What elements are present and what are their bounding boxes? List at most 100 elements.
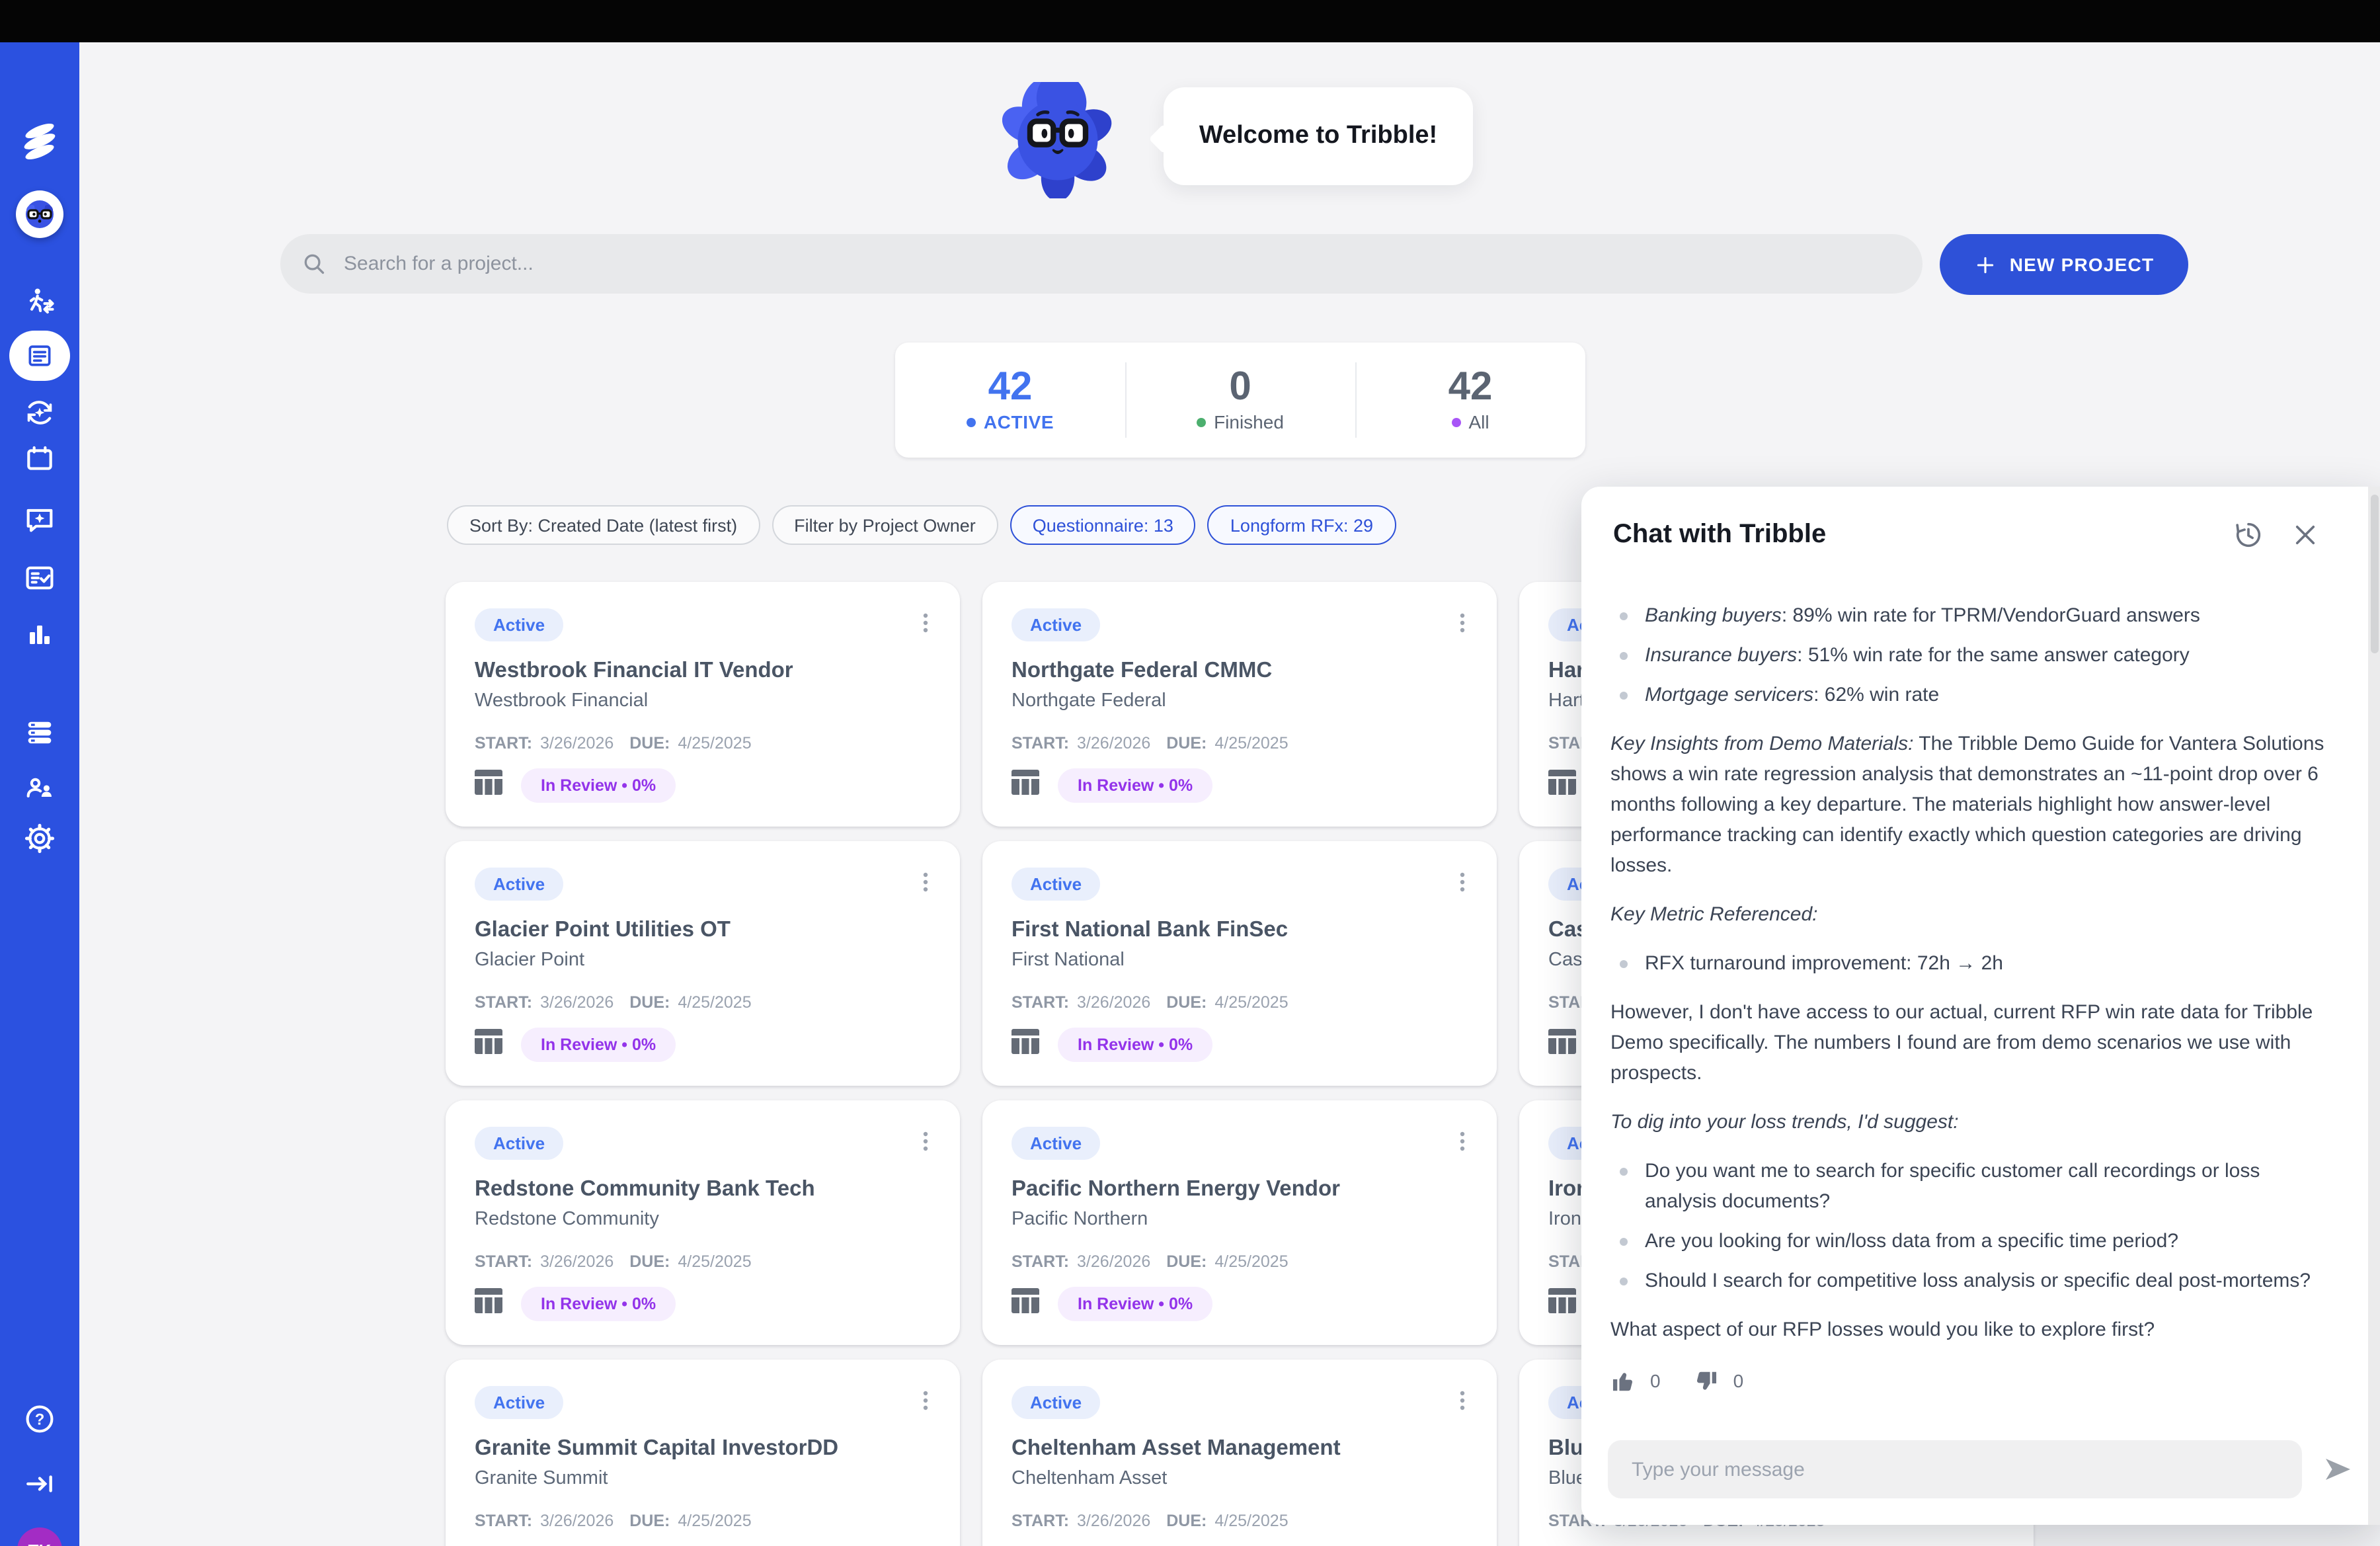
svg-text:?: ? (35, 1411, 45, 1429)
chat-paragraph: However, I don't have access to our actu… (1610, 997, 2332, 1088)
stat-label: All (1451, 411, 1489, 432)
chat-bullet-item: RFX turnaround improvement: 72h → 2h (1610, 948, 2332, 979)
due-label: DUE: (1166, 993, 1207, 1012)
project-card[interactable]: ActiveRedstone Community Bank TechRedsto… (446, 1100, 960, 1345)
kebab-icon (915, 611, 936, 635)
project-card[interactable]: ActiveGlacier Point Utilities OTGlacier … (446, 841, 960, 1086)
sidebar-item-queue[interactable] (22, 715, 57, 750)
chat-scrollbar[interactable] (2368, 487, 2380, 1525)
kebab-menu-button[interactable] (912, 868, 939, 903)
project-subtitle: Granite Summit (475, 1468, 931, 1489)
project-title: Pacific Northern Energy Vendor (1012, 1177, 1468, 1202)
filter-chip[interactable]: Sort By: Created Date (latest first) (447, 505, 760, 545)
table-icon (1012, 1288, 1039, 1320)
sidebar-mascot-avatar[interactable] (16, 190, 63, 238)
start-label: START: (475, 734, 532, 753)
chat-header: Chat with Tribble (1581, 487, 2380, 550)
stat-label: ACTIVE (967, 411, 1054, 432)
project-dates: START:3/26/2026DUE:4/25/2025 (1012, 1252, 1468, 1271)
sidebar-item-chat[interactable] (22, 503, 57, 537)
project-card[interactable]: ActivePacific Northern Energy VendorPaci… (982, 1100, 1497, 1345)
sidebar-item-review[interactable] (22, 561, 57, 595)
sidebar-item-settings[interactable] (23, 822, 56, 855)
start-label: START: (1012, 1512, 1069, 1530)
tribble-logo-icon[interactable] (19, 120, 61, 163)
project-title: Glacier Point Utilities OT (475, 918, 931, 943)
send-button[interactable] (2322, 1453, 2354, 1485)
chat-input-row (1608, 1440, 2354, 1498)
bar-chart-icon (24, 619, 56, 651)
stat-segment-active[interactable]: 42 ACTIVE (895, 343, 1125, 458)
top-bar (0, 0, 2380, 42)
project-title: First National Bank FinSec (1012, 918, 1468, 943)
progress-badge: In Review • 0% (1058, 1028, 1212, 1062)
kebab-menu-button[interactable] (912, 608, 939, 644)
sidebar-item-collapse[interactable] (23, 1467, 56, 1500)
stat-value: 0 (1229, 368, 1251, 407)
stat-value: 42 (1448, 368, 1493, 407)
due-date: 4/25/2025 (1214, 1252, 1288, 1271)
project-search (280, 234, 1923, 294)
project-card[interactable]: ActiveFirst National Bank FinSecFirst Na… (982, 841, 1497, 1086)
search-input[interactable] (341, 251, 1901, 276)
stat-segment-all[interactable]: 42 All (1355, 343, 1585, 458)
thumbs-up-count: 0 (1650, 1366, 1661, 1397)
table-icon (475, 770, 502, 795)
sidebar-item-help[interactable]: ? (22, 1402, 57, 1436)
close-icon (2291, 521, 2319, 549)
sidebar-item-calendar[interactable] (23, 442, 56, 475)
thumbs-up-icon (1610, 1369, 1636, 1394)
kebab-menu-button[interactable] (1449, 1386, 1476, 1422)
avatar: TK (17, 1527, 62, 1546)
kebab-menu-button[interactable] (1449, 608, 1476, 644)
start-date: 3/26/2026 (1077, 734, 1150, 753)
due-label: DUE: (1166, 1252, 1207, 1271)
chat-bullet-item: Banking buyers: 89% win rate for TPRM/Ve… (1610, 600, 2332, 631)
chat-close-button[interactable] (2291, 521, 2319, 549)
project-card-footer: In Review • 0% (475, 768, 931, 803)
kebab-icon (1452, 1389, 1473, 1412)
table-icon (1548, 770, 1576, 795)
chat-history-button[interactable] (2233, 520, 2264, 550)
project-card[interactable]: ActiveCheltenham Asset ManagementChelten… (982, 1360, 1497, 1546)
kebab-menu-button[interactable] (912, 1127, 939, 1162)
status-badge: Active (475, 1386, 563, 1419)
thumbs-down-button[interactable] (1694, 1369, 1719, 1394)
due-date: 4/25/2025 (678, 1512, 751, 1530)
new-project-button[interactable]: NEW PROJECT (1940, 234, 2188, 295)
project-dates: START:3/26/2026DUE:4/25/2025 (475, 1252, 931, 1271)
sidebar-item-users[interactable] (22, 771, 57, 805)
project-dates: START:3/26/2026DUE:4/25/2025 (1012, 993, 1468, 1012)
project-card[interactable]: ActiveGranite Summit Capital InvestorDDG… (446, 1360, 960, 1546)
kebab-icon (1452, 611, 1473, 635)
filter-chip[interactable]: Questionnaire: 13 (1010, 505, 1196, 545)
sync-sparkle-icon (22, 395, 57, 430)
sidebar-user-avatar[interactable]: TK (17, 1527, 62, 1546)
plus-icon (1974, 253, 1997, 276)
chat-panel: Chat with Tribble Banking buyers: 89% wi… (1581, 487, 2380, 1525)
sidebar-item-projects-active[interactable] (9, 331, 70, 381)
project-card[interactable]: ActiveWestbrook Financial IT VendorWestb… (446, 582, 960, 827)
kebab-menu-button[interactable] (1449, 1127, 1476, 1162)
stat-label-text: ACTIVE (984, 411, 1054, 432)
scrollbar-thumb[interactable] (2370, 495, 2378, 653)
sidebar-item-analytics[interactable] (24, 619, 56, 651)
kebab-menu-button[interactable] (912, 1386, 939, 1422)
stat-value: 42 (988, 368, 1033, 407)
table-icon (1548, 1029, 1576, 1061)
sidebar-item-onboarding[interactable] (22, 286, 57, 320)
chat-sparkle-icon (22, 503, 57, 537)
sidebar-item-sync[interactable] (22, 395, 57, 430)
start-label: START: (1012, 734, 1069, 753)
table-icon (1012, 770, 1039, 795)
project-card-footer: In Review • 0% (1012, 1287, 1468, 1321)
thumbs-up-button[interactable] (1610, 1369, 1636, 1394)
stat-segment-finished[interactable]: 0Finished (1125, 343, 1355, 458)
kebab-menu-button[interactable] (1449, 868, 1476, 903)
start-label: START: (475, 1512, 532, 1530)
chat-message-input[interactable] (1608, 1440, 2302, 1498)
filter-chip[interactable]: Filter by Project Owner (772, 505, 998, 545)
filter-chip[interactable]: Longform RFx: 29 (1208, 505, 1396, 545)
table-icon (1012, 1288, 1039, 1313)
project-card[interactable]: ActiveNorthgate Federal CMMCNorthgate Fe… (982, 582, 1497, 827)
